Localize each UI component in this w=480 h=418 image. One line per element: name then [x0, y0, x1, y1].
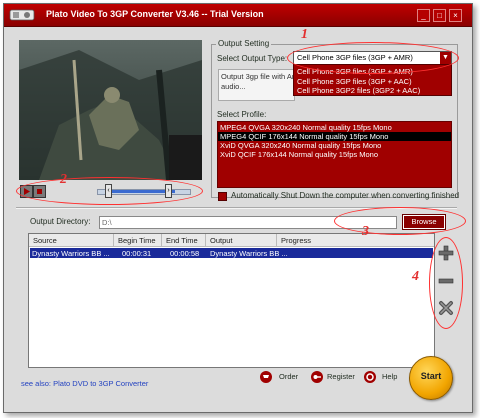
column-separator — [113, 234, 114, 246]
column-header-begin-time[interactable]: Begin Time — [118, 236, 156, 245]
start-button[interactable]: Start — [409, 356, 453, 400]
column-header-source[interactable]: Source — [33, 236, 57, 245]
column-separator — [276, 234, 277, 246]
profile-item[interactable]: MPEG4 QVGA 320x240 Normal quality 15fps … — [218, 123, 451, 132]
output-setting-label: Output Setting — [216, 39, 272, 48]
profile-item-label: MPEG4 QVGA 320x240 Normal quality 15fps … — [220, 123, 392, 132]
output-type-option[interactable]: Cell Phone 3GP files (3GP + AAC) — [297, 77, 412, 86]
file-table[interactable]: Source Begin Time End Time Output Progre… — [28, 233, 435, 368]
profile-item-label: MPEG4 QCIF 176x144 Normal quality 15fps … — [220, 132, 389, 141]
order-button[interactable]: Order — [279, 372, 298, 381]
output-type-option[interactable]: Cell Phone 3GP2 files (3GP2 + AAC) — [297, 86, 420, 95]
see-also-link[interactable]: see also: Plato DVD to 3GP Converter — [21, 379, 148, 388]
table-header: Source Begin Time End Time Output Progre… — [29, 234, 434, 247]
output-description-text: Output 3gp file with Am... phones. But t… — [221, 72, 294, 91]
help-button[interactable]: Help — [382, 372, 397, 381]
annotation-number-2: 2 — [60, 172, 67, 187]
annotation-circle-4 — [429, 237, 463, 329]
shutdown-label: Automatically Shut Down the computer whe… — [231, 191, 460, 200]
column-separator — [205, 234, 206, 246]
profile-item-selected[interactable]: MPEG4 QCIF 176x144 Normal quality 15fps … — [218, 132, 451, 141]
cell-source: Dynasty Warriors BB ... — [32, 249, 110, 258]
cell-output: Dynasty Warriors BB ... — [210, 249, 288, 258]
register-button[interactable]: Register — [327, 372, 355, 381]
help-icon[interactable] — [363, 370, 377, 384]
shutdown-checkbox[interactable] — [218, 192, 227, 201]
close-icon[interactable]: × — [449, 9, 462, 22]
annotation-circle-1 — [287, 42, 459, 74]
annotation-number-1: 1 — [301, 27, 308, 42]
profile-item-label: XviD QCIF 176x144 Normal quality 15fps M… — [220, 150, 378, 159]
column-header-progress[interactable]: Progress — [281, 236, 311, 245]
profile-item[interactable]: XviD QVGA 320x240 Normal quality 15fps M… — [218, 141, 451, 150]
order-cart-icon[interactable] — [259, 370, 273, 384]
app-logo-icon — [9, 9, 35, 21]
cell-end-time: 00:00:58 — [170, 249, 200, 258]
cell-begin-time: 00:00:31 — [122, 249, 152, 258]
output-directory-value: D:\ — [102, 218, 112, 227]
annotation-circle-2 — [16, 177, 203, 205]
register-key-icon[interactable] — [310, 370, 324, 384]
column-separator — [161, 234, 162, 246]
start-button-label: Start — [420, 371, 442, 381]
profile-item-label: XviD QVGA 320x240 Normal quality 15fps M… — [220, 141, 382, 150]
title-bar[interactable]: Plato Video To 3GP Converter V3.46 -- Tr… — [4, 4, 472, 27]
window-title: Plato Video To 3GP Converter V3.46 -- Tr… — [46, 9, 264, 19]
annotation-number-3: 3 — [362, 224, 369, 239]
output-directory-label: Output Directory: — [30, 217, 91, 226]
annotation-number-4: 4 — [412, 269, 419, 284]
select-profile-label: Select Profile: — [217, 110, 267, 119]
minimize-icon[interactable]: _ — [417, 9, 430, 22]
select-output-type-label: Select Output Type: — [217, 54, 288, 63]
annotation-circle-3 — [334, 207, 466, 235]
maximize-icon[interactable]: □ — [433, 9, 446, 22]
column-header-end-time[interactable]: End Time — [166, 236, 198, 245]
video-preview — [19, 40, 202, 180]
profile-item[interactable]: XviD QCIF 176x144 Normal quality 15fps M… — [218, 150, 451, 159]
app-window: Plato Video To 3GP Converter V3.46 -- Tr… — [3, 3, 473, 413]
column-header-output[interactable]: Output — [210, 236, 233, 245]
profile-list[interactable]: MPEG4 QVGA 320x240 Normal quality 15fps … — [217, 121, 452, 188]
video-frame — [19, 40, 202, 180]
output-description: Output 3gp file with Am... phones. But t… — [218, 69, 295, 101]
table-row[interactable]: Dynasty Warriors BB ... 00:00:31 00:00:5… — [30, 248, 433, 258]
